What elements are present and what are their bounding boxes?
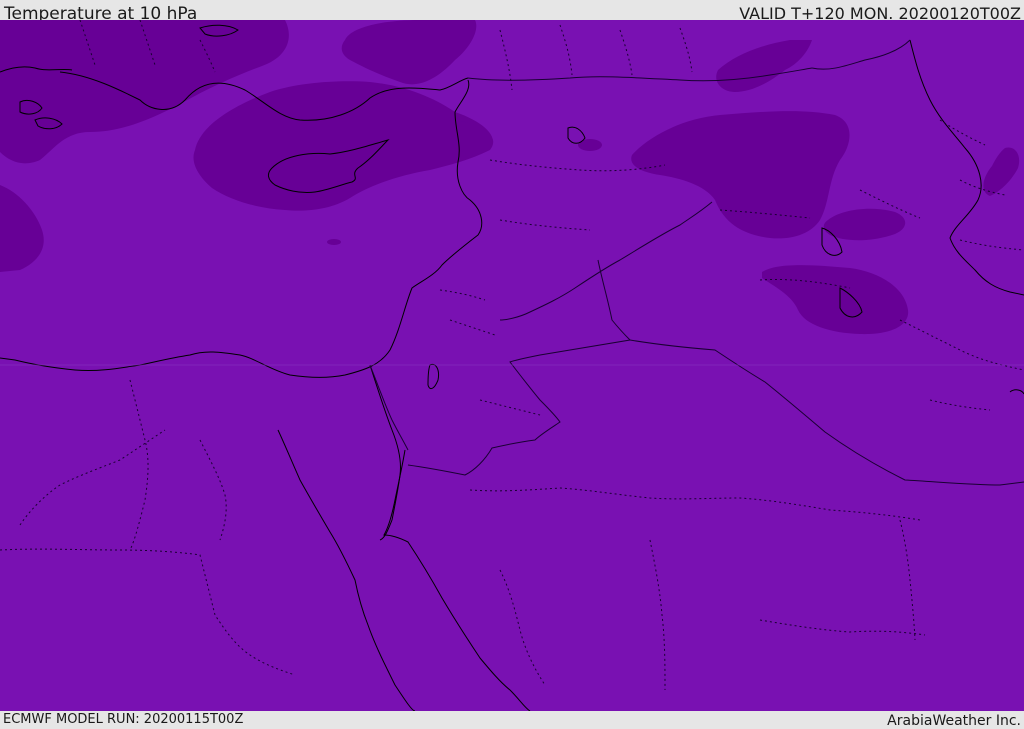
cold-region-small-lake (578, 139, 602, 151)
cold-region-small-med (327, 239, 341, 245)
map-frame: Temperature at 10 hPa VALID T+120 MON. 2… (0, 0, 1024, 729)
temperature-field-base (0, 20, 1024, 711)
credit-label: ArabiaWeather Inc. (887, 713, 1021, 729)
model-run-label: ECMWF MODEL RUN: 20200115T00Z (3, 712, 244, 727)
temperature-map[interactable] (0, 20, 1024, 711)
